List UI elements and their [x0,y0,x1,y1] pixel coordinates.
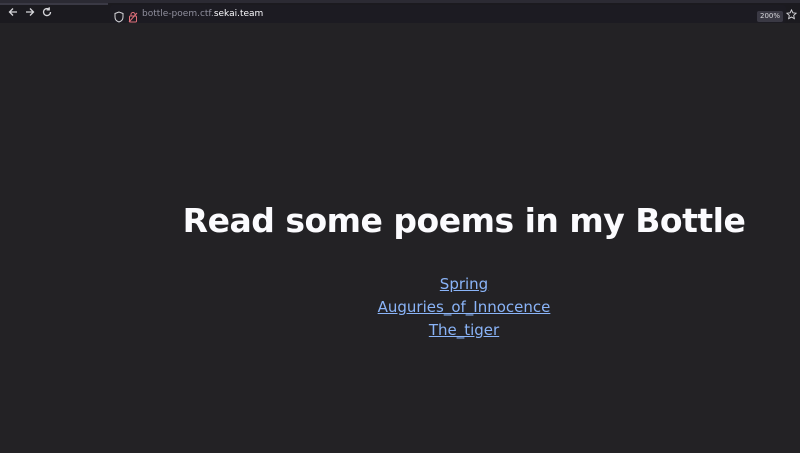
poem-link-the-tiger[interactable]: The_tiger [0,319,800,342]
insecure-lock-icon[interactable] [128,8,140,23]
url-bar[interactable]: bottle-poem.ctf.sekai.team [110,5,786,23]
shield-icon[interactable] [114,8,126,23]
browser-toolbar: bottle-poem.ctf.sekai.team 200% [0,0,800,23]
poem-link-auguries-of-innocence[interactable]: Auguries_of_Innocence [0,296,800,319]
active-tab-indicator [0,3,108,5]
url-host: sekai.team [213,9,264,19]
back-arrow-icon[interactable] [5,6,21,22]
page-content: Read some poems in my Bottle Spring Augu… [0,23,800,453]
poem-link-spring[interactable]: Spring [0,273,800,296]
url-prefix: bottle-poem.ctf. [142,9,214,19]
page-title: Read some poems in my Bottle [182,201,746,240]
poem-link-list: Spring Auguries_of_Innocence The_tiger [0,273,800,342]
url-text[interactable]: bottle-poem.ctf.sekai.team [142,5,263,23]
forward-arrow-icon[interactable] [22,6,38,22]
star-icon[interactable] [785,8,797,21]
zoom-level-badge[interactable]: 200% [757,11,784,22]
reload-icon[interactable] [39,6,55,22]
